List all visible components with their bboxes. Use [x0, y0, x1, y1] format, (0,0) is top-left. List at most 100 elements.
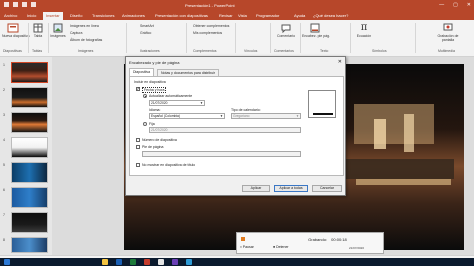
thumbnail-slide-6[interactable]	[11, 187, 48, 208]
calendar-type-label: Tipo de calendario:	[231, 108, 261, 112]
smartart-button[interactable]: SmartArt	[140, 24, 154, 28]
thumbnail-slide-4[interactable]	[11, 137, 48, 158]
tab-slide[interactable]: Diapositiva	[129, 68, 155, 76]
footer-label: Pie de página	[142, 145, 164, 149]
my-addins-button[interactable]: Mis complementos	[193, 31, 222, 35]
tab-ayuda[interactable]: Ayuda	[294, 13, 305, 18]
images-button[interactable]: Imágenes	[50, 23, 66, 38]
online-pictures-button[interactable]: Imágenes en línea	[70, 24, 99, 28]
thumbnail-number: 3	[3, 113, 5, 117]
word-icon[interactable]	[116, 259, 122, 265]
thumbnail-slide-3[interactable]	[11, 112, 48, 133]
tell-me-search[interactable]: ¿Qué desea hacer?	[313, 13, 348, 18]
stop-button[interactable]: ■ Detener	[273, 245, 289, 249]
hide-on-title-checkbox[interactable]	[136, 163, 140, 167]
new-slide-icon	[7, 23, 19, 33]
chart-button[interactable]: Gráfico	[140, 31, 151, 35]
minimize-button[interactable]: —	[439, 2, 444, 8]
tab-revisar[interactable]: Revisar	[219, 13, 233, 18]
language-select[interactable]: Español (Colombia) ▼	[149, 113, 225, 119]
thumbnail-number: 4	[3, 138, 5, 142]
ribbon-tabs: Archivo Inicio Insertar Diseño Transicio…	[0, 11, 474, 20]
date-format-select[interactable]: 21/07/2020 ▼	[149, 100, 205, 106]
cancel-button[interactable]: Cancelar	[312, 185, 342, 192]
window-controls: — ▢ ✕	[439, 2, 471, 8]
table-icon	[33, 23, 43, 33]
group-symbols: Símbolos	[372, 49, 387, 53]
tab-inicio[interactable]: Inicio	[27, 13, 36, 18]
tab-insertar[interactable]: Insertar	[43, 12, 63, 20]
slide-number-label: Número de diapositiva	[142, 138, 177, 142]
include-on-slide-label: Incluir en diapositiva	[134, 80, 166, 84]
group-slides: Diapositivas	[3, 49, 22, 53]
undo-icon[interactable]	[13, 2, 18, 7]
calendar-type-select[interactable]: Gregoriano ▼	[231, 113, 301, 119]
thumbnail-number: 1	[3, 63, 5, 67]
title-bar: Presentación1 - PowerPoint — ▢ ✕	[0, 0, 474, 11]
save-icon[interactable]	[4, 2, 9, 7]
excel-icon[interactable]	[130, 259, 136, 265]
divider	[28, 23, 29, 53]
auto-update-radio[interactable]	[143, 94, 147, 98]
close-window-button[interactable]: ✕	[467, 2, 471, 8]
recorder-date: 21/07/2020	[349, 246, 365, 250]
tab-notes-handouts[interactable]: Notas y documentos para distribuir	[157, 69, 220, 76]
group-comments: Comentarios	[274, 49, 294, 53]
screen-recording-icon	[443, 23, 453, 31]
tab-transiciones[interactable]: Transiciones	[92, 13, 115, 18]
redo-icon[interactable]	[22, 2, 27, 7]
chevron-down-icon: ▼	[200, 101, 203, 105]
get-addins-button[interactable]: Obtener complementos	[193, 24, 229, 28]
chevron-down-icon: ▼	[296, 114, 299, 118]
footer-checkbox[interactable]	[136, 145, 140, 149]
pi-icon: π	[360, 22, 368, 33]
powerpoint-icon[interactable]	[144, 259, 150, 265]
start-slideshow-icon[interactable]	[31, 2, 36, 7]
date-time-checkbox[interactable]	[136, 86, 140, 92]
header-footer-button[interactable]: Encabez. pie pág.	[302, 23, 330, 38]
divider	[186, 23, 187, 53]
window-title: Presentación1 - PowerPoint	[185, 3, 235, 8]
app-icon[interactable]	[186, 259, 192, 265]
fixed-date-input[interactable]: 21/07/2020	[149, 127, 301, 133]
new-slide-button[interactable]: Nueva diapositiva	[2, 23, 30, 38]
footer-input[interactable]	[142, 151, 301, 157]
apply-all-button[interactable]: Aplicar a todas	[274, 185, 308, 192]
fixed-date-radio[interactable]	[143, 122, 147, 126]
group-links: Vínculos	[244, 49, 258, 53]
screenshot-button[interactable]: Captura	[70, 31, 82, 35]
recording-status: Grabando: 00:00:18	[241, 237, 381, 242]
tab-vista[interactable]: Vista	[238, 13, 247, 18]
picture-icon	[53, 23, 63, 33]
tab-animaciones[interactable]: Animaciones	[122, 13, 145, 18]
table-button[interactable]: Tabla	[31, 23, 45, 38]
screen-recording-button[interactable]: Grabación de pantalla	[432, 23, 464, 42]
equation-button[interactable]: π Ecuación	[354, 22, 374, 39]
thumbnail-slide-5[interactable]	[11, 162, 48, 183]
auto-update-label: Actualizar automáticamente	[149, 94, 193, 98]
thumbnail-slide-1[interactable]	[11, 62, 48, 83]
date-time-label: Fecha y hora	[142, 87, 167, 93]
file-explorer-icon[interactable]	[102, 259, 108, 265]
tab-archivo[interactable]: Archivo	[4, 13, 17, 18]
powerpoint-window: Presentación1 - PowerPoint — ▢ ✕ Archivo…	[0, 0, 474, 266]
comment-button[interactable]: Comentario	[274, 23, 298, 38]
pause-button[interactable]: ⏸ Pausar	[240, 245, 254, 249]
maximize-button[interactable]: ▢	[453, 2, 458, 8]
thumbnail-number: 2	[3, 88, 5, 92]
chrome-icon[interactable]	[158, 259, 164, 265]
tab-programador[interactable]: Programador	[256, 13, 279, 18]
slide-number-checkbox[interactable]	[136, 138, 140, 142]
thumbnail-slide-7[interactable]	[11, 212, 48, 233]
app-icon[interactable]	[172, 259, 178, 265]
photo-album-button[interactable]: Álbum de fotografías	[70, 38, 102, 42]
apply-button[interactable]: Aplicar	[242, 185, 270, 192]
thumbnail-slide-8[interactable]	[11, 237, 48, 253]
thumbnail-slide-2[interactable]	[11, 87, 48, 108]
divider	[270, 23, 271, 53]
stop-icon: ■	[273, 245, 276, 249]
tab-diseno[interactable]: Diseño	[70, 13, 82, 18]
tab-presentacion[interactable]: Presentación con diapositivas	[155, 13, 208, 18]
dialog-close-button[interactable]: ✕	[338, 59, 342, 65]
start-icon[interactable]	[4, 259, 10, 265]
